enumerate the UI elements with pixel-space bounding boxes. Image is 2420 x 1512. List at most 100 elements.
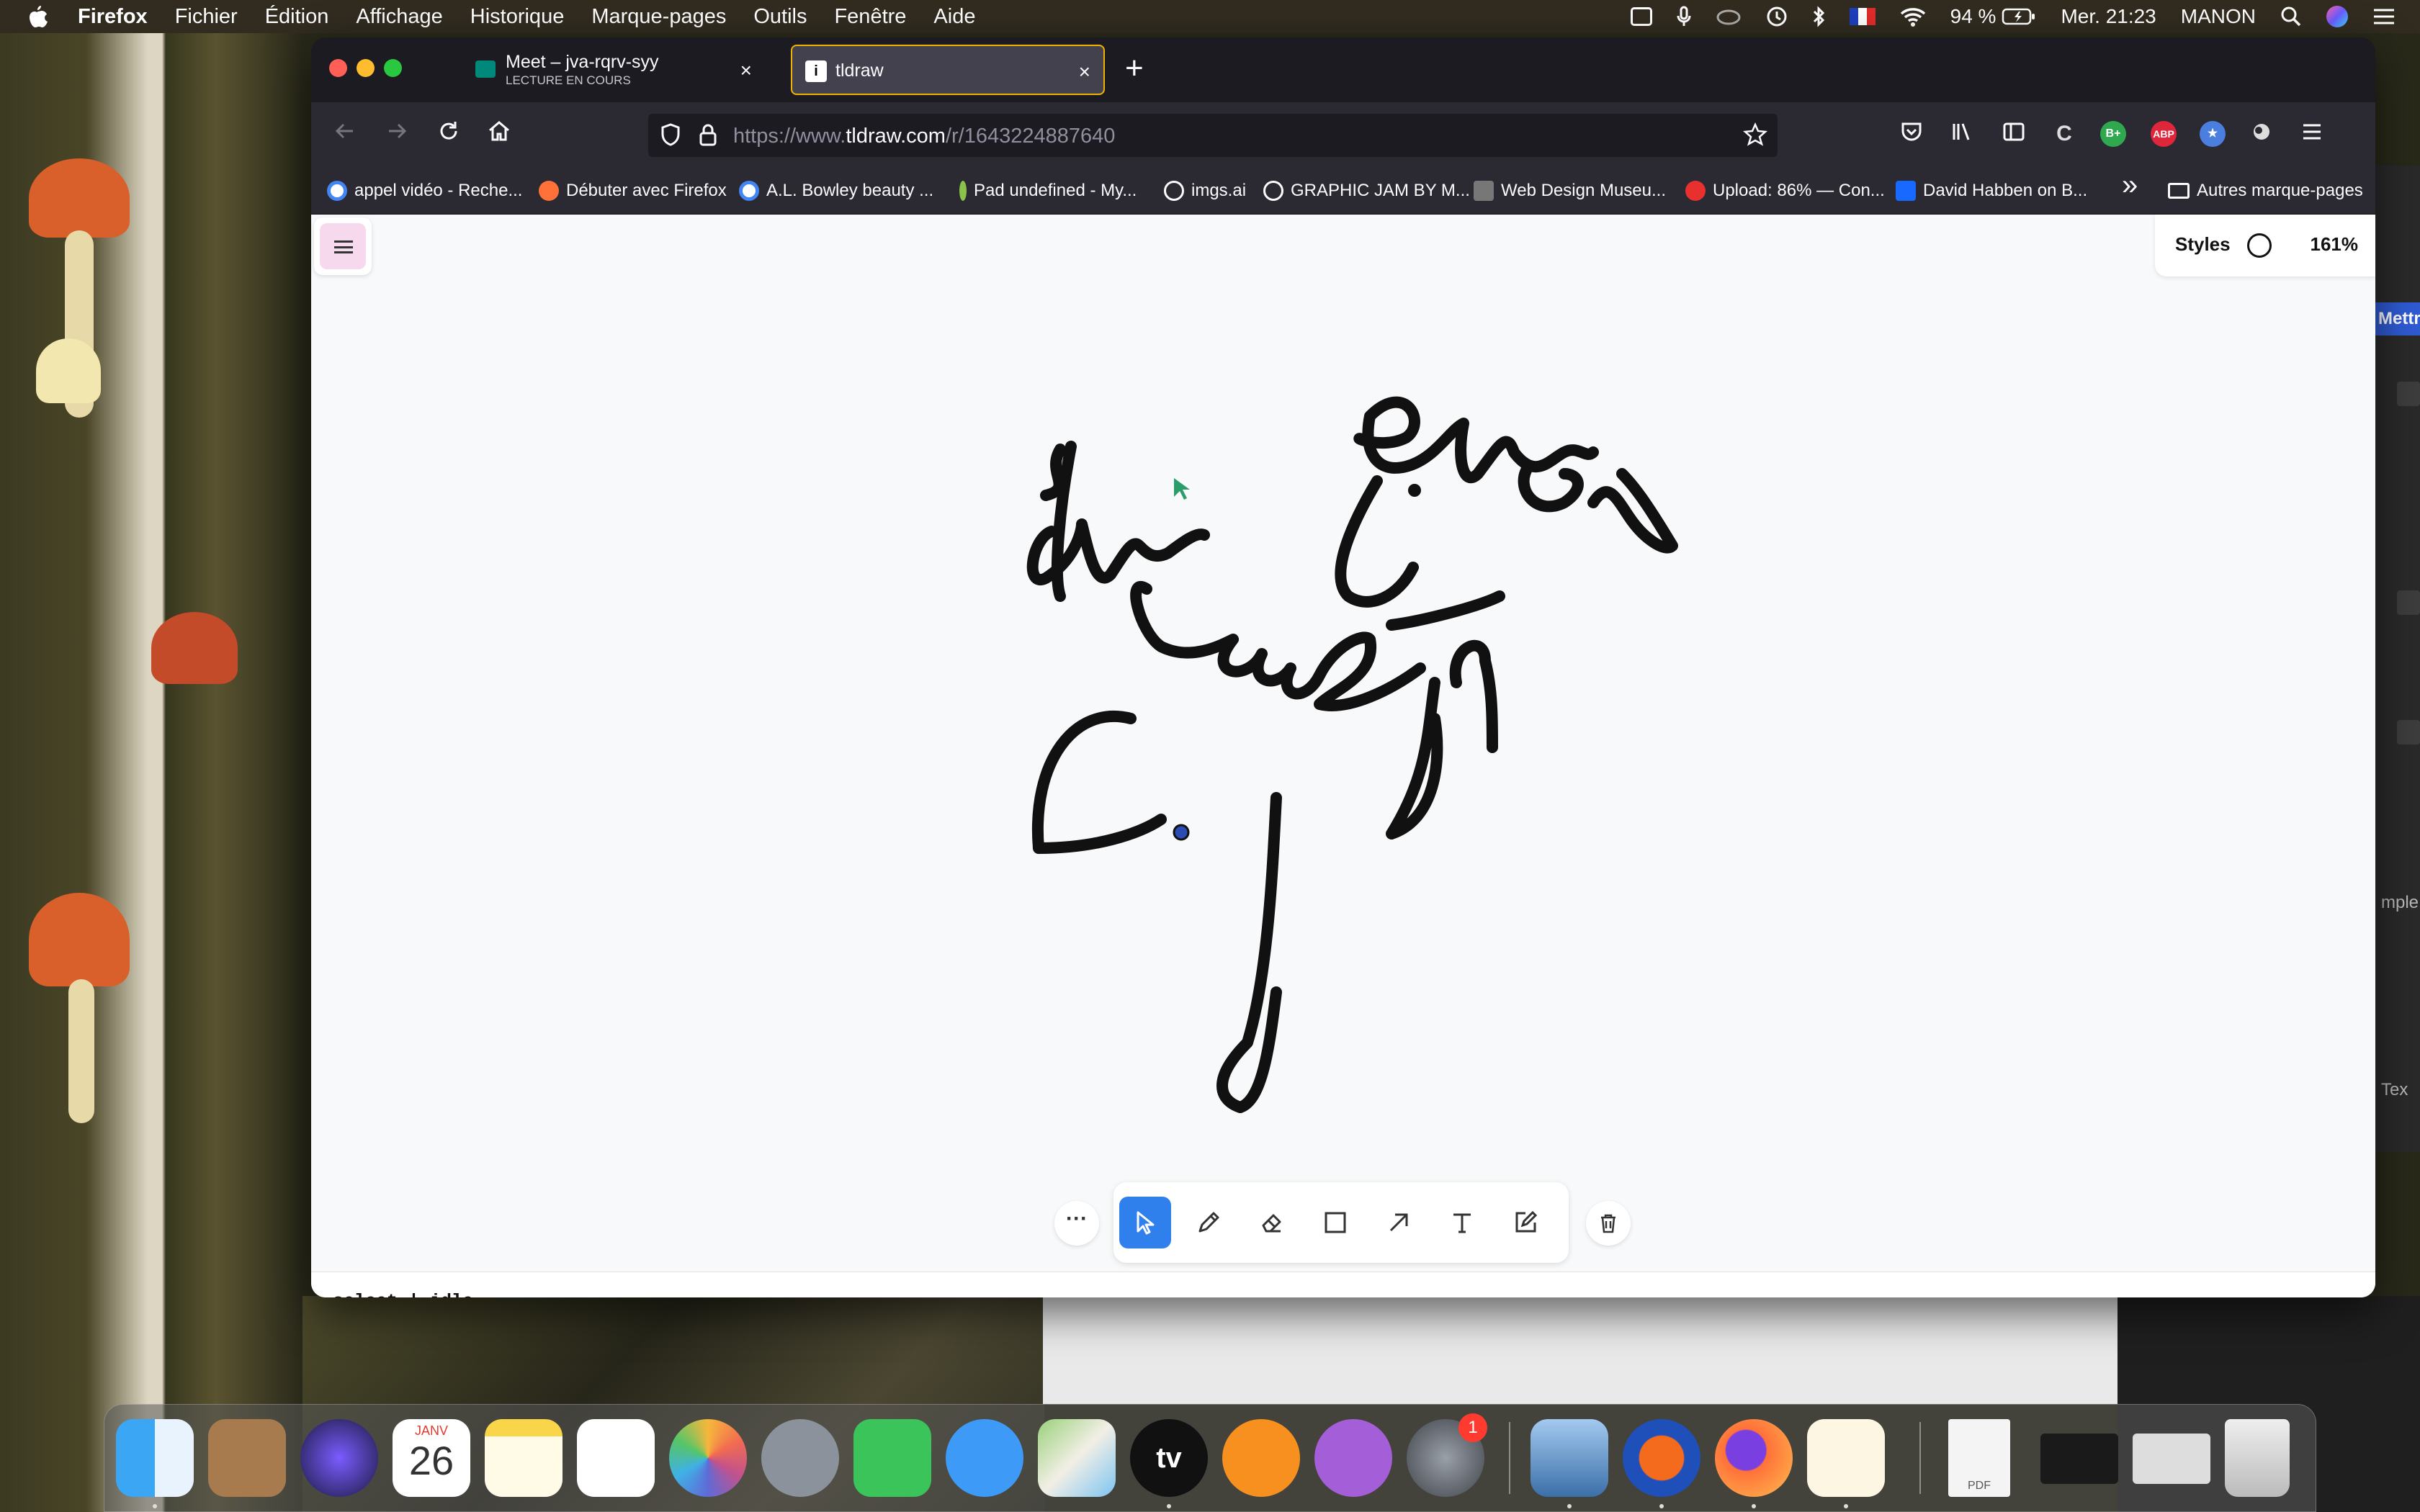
trash-icon[interactable]: [2225, 1419, 2290, 1497]
library-icon[interactable]: [1949, 121, 1975, 147]
firefox-dock-icon[interactable]: [1715, 1419, 1793, 1497]
right-app-field[interactable]: [2397, 720, 2420, 744]
menu-app-name[interactable]: Firefox: [78, 5, 148, 29]
time-machine-icon[interactable]: [1766, 6, 1788, 27]
preview-icon[interactable]: [1531, 1419, 1608, 1497]
tracking-protection-shield-icon[interactable]: [660, 122, 681, 153]
launchpad-icon[interactable]: [761, 1419, 839, 1497]
bookmark-david-habben[interactable]: David Habben on B...: [1896, 179, 2087, 203]
right-app-field[interactable]: [2397, 382, 2420, 406]
recent-windows-icon[interactable]: [2133, 1434, 2210, 1484]
extension-star-icon[interactable]: ★: [2200, 121, 2226, 147]
close-tab-icon[interactable]: ×: [740, 59, 752, 82]
apple-icon[interactable]: [26, 4, 49, 30]
forward-button[interactable]: [379, 117, 415, 153]
menubar-user[interactable]: MANON: [2181, 5, 2256, 28]
menu-outils[interactable]: Outils: [753, 5, 807, 29]
menu-fichier[interactable]: Fichier: [175, 5, 238, 29]
podcasts-icon[interactable]: [1314, 1419, 1392, 1497]
text-tool-button[interactable]: [1436, 1197, 1488, 1248]
styles-label[interactable]: Styles: [2175, 233, 2231, 256]
freehand-drawing[interactable]: [311, 215, 2375, 1297]
facetime-icon[interactable]: [853, 1419, 931, 1497]
books-icon[interactable]: [1222, 1419, 1300, 1497]
extension-puzzle-icon[interactable]: [2249, 121, 2275, 147]
siri-app-icon[interactable]: [300, 1419, 378, 1497]
apple-tv-icon[interactable]: tv: [1130, 1419, 1208, 1497]
lock-icon[interactable]: [699, 122, 717, 153]
bookmark-imgs-ai[interactable]: imgs.ai: [1164, 179, 1246, 203]
url-text[interactable]: https://www.tldraw.com/r/1643224887640: [733, 125, 1115, 148]
draw-tool-button[interactable]: [1183, 1197, 1234, 1248]
battery-icon[interactable]: [2002, 7, 2036, 26]
contacts-icon[interactable]: [208, 1419, 286, 1497]
style-circle-icon[interactable]: [2247, 233, 2272, 258]
menu-fenetre[interactable]: Fenêtre: [834, 5, 906, 29]
downloads-folder-icon[interactable]: [2040, 1434, 2118, 1484]
tldraw-canvas[interactable]: Styles 161% ···: [311, 215, 2375, 1297]
tab-meet[interactable]: Meet – jva-rqrv-syy LECTURE EN COURS ×: [462, 45, 765, 95]
reload-button[interactable]: [431, 117, 467, 153]
more-actions-button[interactable]: ···: [1054, 1201, 1099, 1246]
sticky-note-tool-button[interactable]: [1500, 1197, 1551, 1248]
adblock-plus-icon[interactable]: ABP: [2151, 121, 2177, 147]
arrow-tool-button[interactable]: [1373, 1197, 1425, 1248]
calendar-icon[interactable]: JANV 26: [393, 1419, 470, 1497]
creative-cloud-icon[interactable]: [1716, 7, 1742, 26]
bookmark-web-design-museum[interactable]: Web Design Museu...: [1474, 179, 1666, 203]
siri-icon[interactable]: [2326, 6, 2348, 27]
extension-bplus-icon[interactable]: B+: [2100, 121, 2126, 147]
menubar-clock[interactable]: Mer. 21:23: [2061, 5, 2156, 28]
extension-c-icon[interactable]: C: [2051, 121, 2077, 147]
reminders-icon[interactable]: [577, 1419, 655, 1497]
bookmark-star-icon[interactable]: [1743, 122, 1767, 153]
maps-icon[interactable]: [1038, 1419, 1116, 1497]
bluetooth-icon[interactable]: [1812, 6, 1825, 27]
bookmark-debuter-firefox[interactable]: Débuter avec Firefox: [539, 179, 727, 203]
rectangle-tool-button[interactable]: [1309, 1197, 1361, 1248]
control-center-icon[interactable]: [2372, 7, 2396, 26]
menu-marque-pages[interactable]: Marque-pages: [591, 5, 726, 29]
menu-aide[interactable]: Aide: [933, 5, 975, 29]
pdf-document-icon[interactable]: PDF: [1948, 1419, 2010, 1497]
styles-panel[interactable]: Styles 161%: [2155, 215, 2375, 276]
bookmark-graphic-jam[interactable]: GRAPHIC JAM BY M...: [1263, 179, 1470, 203]
new-tab-button[interactable]: +: [1125, 50, 1144, 86]
wifi-icon[interactable]: [1900, 6, 1926, 27]
delete-button[interactable]: [1586, 1201, 1631, 1246]
notes-icon[interactable]: [485, 1419, 563, 1497]
bookmark-appel-video[interactable]: appel vidéo - Reche...: [327, 179, 522, 203]
eraser-tool-button[interactable]: [1246, 1197, 1298, 1248]
input-source-flag-icon[interactable]: [1849, 8, 1876, 25]
close-tab-icon[interactable]: ×: [1079, 60, 1090, 84]
finder-icon[interactable]: [116, 1419, 194, 1497]
sidebar-icon[interactable]: [2001, 121, 2027, 147]
bookmark-bowley[interactable]: A.L. Bowley beauty ...: [739, 179, 933, 203]
bookmark-pad[interactable]: Pad undefined - My...: [959, 179, 1137, 203]
pages-icon[interactable]: [1807, 1419, 1885, 1497]
zoom-level[interactable]: 161%: [2311, 233, 2359, 256]
app-menu-icon[interactable]: [2299, 121, 2325, 147]
close-window-button[interactable]: [329, 59, 347, 77]
bookmarks-overflow-icon[interactable]: »: [2122, 169, 2138, 201]
menu-edition[interactable]: Édition: [265, 5, 329, 29]
zoom-window-button[interactable]: [384, 59, 402, 77]
home-button[interactable]: [481, 117, 517, 153]
right-app-field[interactable]: [2397, 590, 2420, 615]
menu-historique[interactable]: Historique: [470, 5, 565, 29]
select-tool-button[interactable]: [1119, 1197, 1171, 1248]
pocket-icon[interactable]: [1899, 121, 1924, 147]
tab-tldraw[interactable]: i tldraw ×: [791, 45, 1105, 95]
minimize-window-button[interactable]: [357, 59, 375, 77]
spotlight-search-icon[interactable]: [2280, 6, 2302, 27]
right-app-button[interactable]: Mettre: [2375, 302, 2420, 336]
microphone-icon[interactable]: [1677, 6, 1691, 27]
audacity-icon[interactable]: [1623, 1419, 1700, 1497]
bookmark-upload[interactable]: Upload: 86% — Con...: [1685, 179, 1885, 203]
camera-icon[interactable]: [1630, 7, 1652, 26]
messages-icon[interactable]: [946, 1419, 1023, 1497]
url-bar[interactable]: https://www.tldraw.com/r/1643224887640: [648, 114, 1778, 157]
menu-affichage[interactable]: Affichage: [356, 5, 442, 29]
other-bookmarks[interactable]: Autres marque-pages: [2168, 179, 2363, 203]
photos-icon[interactable]: [669, 1419, 747, 1497]
